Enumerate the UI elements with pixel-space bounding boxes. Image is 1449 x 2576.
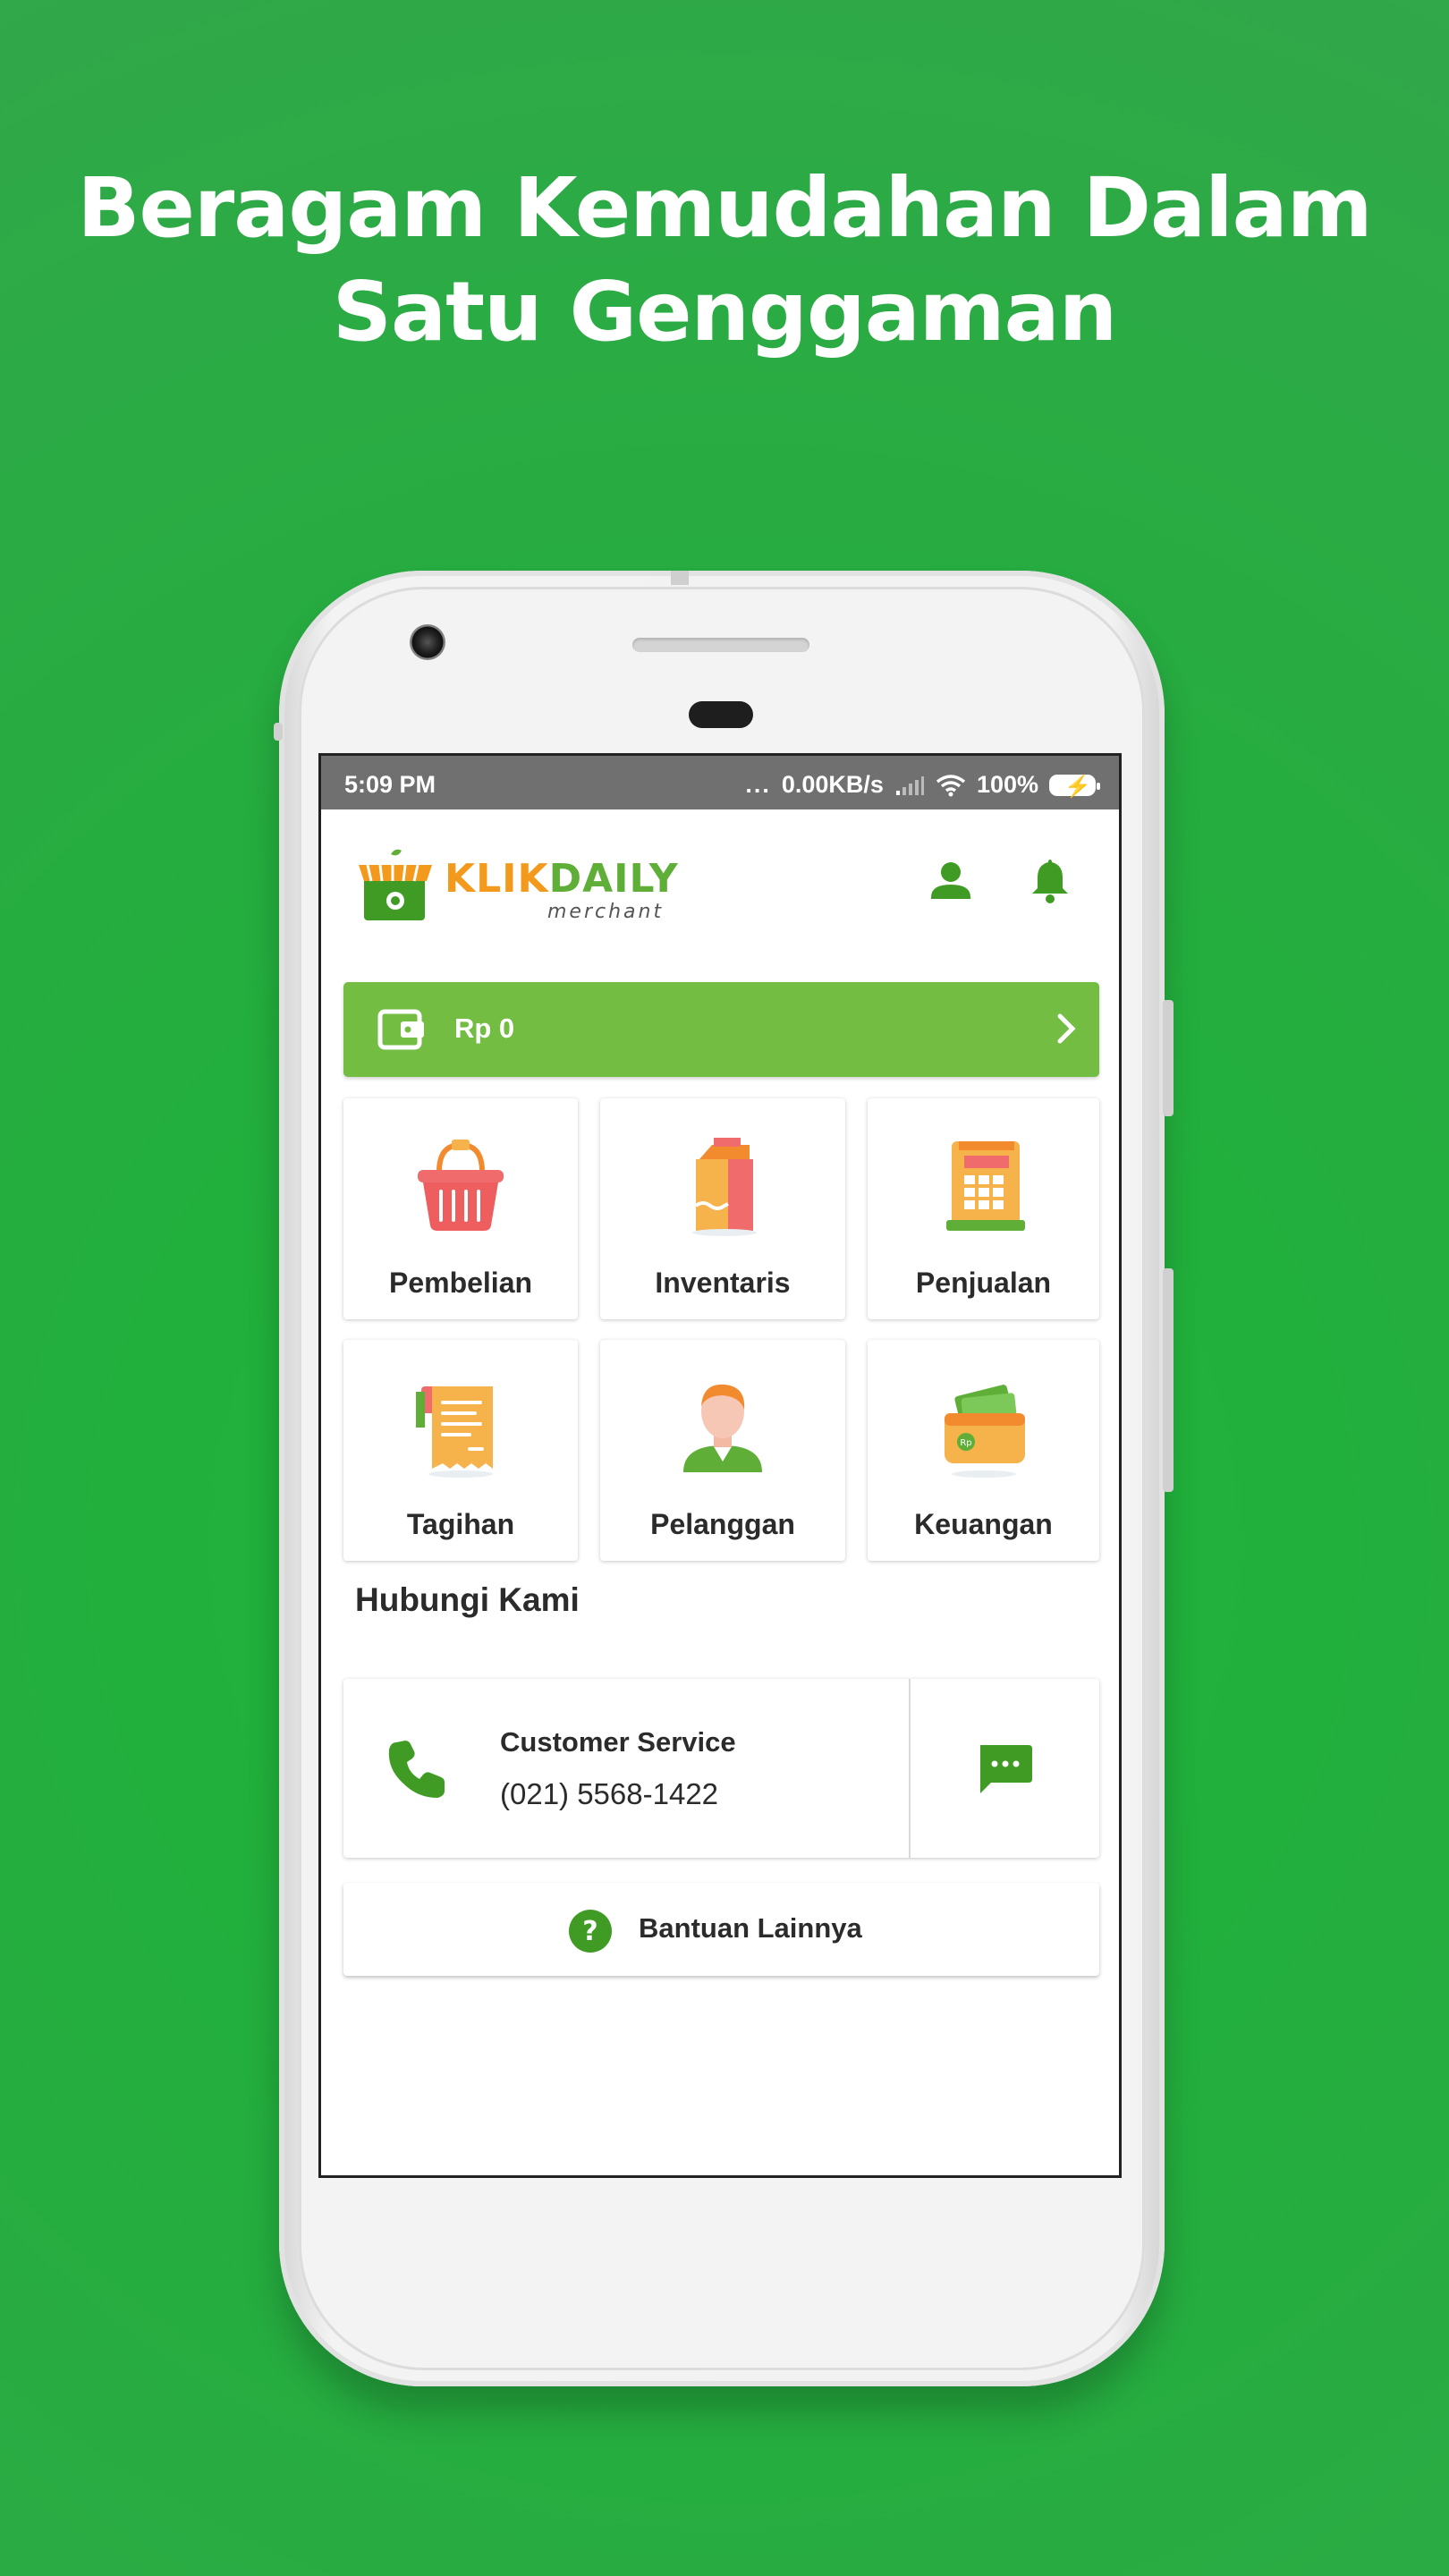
wallet-card-icon bbox=[377, 1009, 424, 1050]
chat-icon bbox=[980, 1745, 1032, 1793]
menu-tile-penjualan[interactable]: Penjualan bbox=[868, 1098, 1099, 1319]
menu-label: Keuangan bbox=[914, 1508, 1053, 1540]
headline-line-1: Beragam Kemudahan Dalam bbox=[77, 160, 1372, 256]
headline-line-2: Satu Genggaman bbox=[332, 264, 1118, 360]
app-header: KLIKDAILY merchant bbox=[321, 809, 1119, 979]
logo-brand-part2: DAILY bbox=[548, 856, 679, 902]
phone-power-button bbox=[1163, 1268, 1174, 1492]
basket-icon bbox=[418, 1140, 504, 1231]
network-speed: 0.00KB/s bbox=[781, 771, 884, 798]
chat-button[interactable] bbox=[911, 1679, 1099, 1858]
bell-icon bbox=[1032, 860, 1068, 903]
menu-label: Penjualan bbox=[915, 1267, 1052, 1299]
customer-service-phone: (021) 5568-1422 bbox=[500, 1777, 719, 1810]
balance-amount: Rp 0 bbox=[454, 1013, 515, 1044]
battery-icon: ⚡ bbox=[1049, 774, 1100, 799]
signal-icon bbox=[895, 775, 924, 795]
menu-label: Inventaris bbox=[655, 1267, 791, 1299]
call-customer-service[interactable]: Customer Service (021) 5568-1422 bbox=[343, 1679, 909, 1858]
cash-register-icon bbox=[945, 1141, 1025, 1231]
menu-tile-pelanggan[interactable]: Pelanggan bbox=[600, 1340, 845, 1561]
customer-icon bbox=[683, 1384, 762, 1472]
status-right: ... 0.00KB/s 100% ⚡ bbox=[745, 771, 1100, 799]
menu-label: Pembelian bbox=[388, 1267, 533, 1299]
receipt-icon bbox=[416, 1386, 493, 1478]
user-icon bbox=[931, 862, 970, 899]
wallet-icon: Rp bbox=[944, 1385, 1025, 1478]
phone-top-button bbox=[671, 571, 689, 585]
status-dots: ... bbox=[745, 771, 771, 798]
headline: Beragam Kemudahan Dalam Satu Genggaman bbox=[0, 157, 1449, 364]
menu-tile-keuangan[interactable]: Rp Keuangan bbox=[868, 1340, 1099, 1561]
menu-tile-pembelian[interactable]: Pembelian bbox=[343, 1098, 578, 1319]
profile-button[interactable] bbox=[924, 854, 978, 908]
logo-brand: KLIKDAILY bbox=[445, 856, 679, 902]
contact-section-title: Hubungi Kami bbox=[355, 1581, 580, 1618]
help-circle-icon: ? bbox=[569, 1910, 612, 1953]
phone-left-notch bbox=[274, 723, 283, 741]
balance-bar[interactable]: Rp 0 bbox=[343, 982, 1099, 1077]
notification-button[interactable] bbox=[1023, 854, 1077, 908]
logo-subtitle: merchant bbox=[547, 901, 665, 923]
help-label: Bantuan Lainnya bbox=[639, 1912, 862, 1944]
shop-logo-icon bbox=[359, 849, 432, 920]
app-logo: KLIKDAILY merchant bbox=[355, 845, 713, 926]
battery-percent: 100% bbox=[976, 771, 1038, 798]
svg-text:?: ? bbox=[582, 1916, 597, 1947]
status-time: 5:09 PM bbox=[344, 771, 436, 798]
chevron-right-icon bbox=[1057, 1013, 1076, 1044]
menu-tile-tagihan[interactable]: Tagihan bbox=[343, 1340, 578, 1561]
menu-label: Tagihan bbox=[406, 1508, 515, 1540]
phone-screen: 5:09 PM ... 0.00KB/s 100% ⚡ KLIKDAILY me… bbox=[318, 753, 1122, 2178]
status-bar: 5:09 PM ... 0.00KB/s 100% ⚡ bbox=[321, 756, 1119, 809]
milk-carton-icon bbox=[692, 1138, 757, 1236]
menu-label: Pelanggan bbox=[650, 1508, 795, 1540]
phone-volume-button bbox=[1163, 1000, 1174, 1116]
earpiece-speaker bbox=[632, 638, 809, 652]
phone-icon bbox=[388, 1741, 445, 1798]
proximity-sensor bbox=[689, 701, 753, 728]
svg-text:Rp: Rp bbox=[960, 1438, 971, 1448]
help-button[interactable]: ? Bantuan Lainnya bbox=[343, 1883, 1099, 1976]
wifi-icon bbox=[936, 774, 966, 796]
front-camera bbox=[410, 624, 445, 660]
customer-service-card: Customer Service (021) 5568-1422 bbox=[343, 1679, 1099, 1858]
menu-tile-inventaris[interactable]: Inventaris bbox=[600, 1098, 845, 1319]
customer-service-label: Customer Service bbox=[500, 1726, 736, 1758]
logo-brand-part1: KLIK bbox=[445, 856, 549, 902]
